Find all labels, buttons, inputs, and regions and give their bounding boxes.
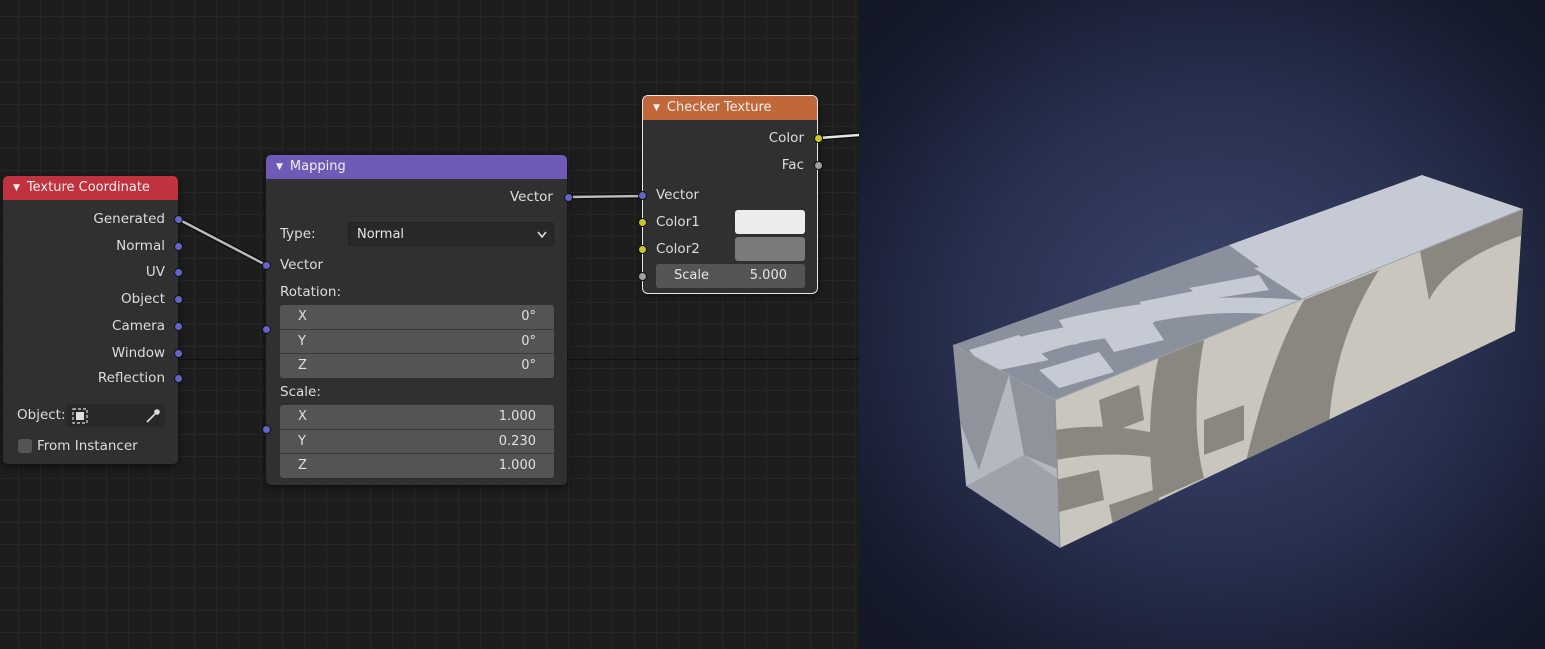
socket-checker-vector-in[interactable] [638, 191, 647, 200]
socket-checker-scale-in[interactable] [638, 272, 647, 281]
socket-checker-color2-in[interactable] [638, 245, 647, 254]
socket-generated[interactable] [174, 215, 183, 224]
checker-texture-header[interactable]: ▼ Checker Texture [643, 96, 817, 120]
collapse-triangle-icon[interactable]: ▼ [276, 155, 283, 179]
rotation-z-field[interactable]: Z 0° [280, 353, 554, 377]
type-dropdown[interactable]: Normal [348, 222, 554, 246]
socket-uv[interactable] [174, 268, 183, 277]
color1-swatch[interactable] [735, 210, 805, 234]
socket-reflection[interactable] [174, 374, 183, 383]
mapping-node[interactable]: ▼ Mapping Vector Type: Normal Vector Rota… [266, 155, 567, 485]
object-picker-field[interactable] [66, 404, 165, 427]
color2-swatch[interactable] [735, 237, 805, 261]
output-camera: Camera [112, 318, 165, 334]
node-title: Checker Texture [666, 100, 772, 115]
socket-window[interactable] [174, 349, 183, 358]
socket-mapping-scale-in[interactable] [262, 425, 271, 434]
socket-checker-color-out[interactable] [814, 134, 823, 143]
input-vector-label: Vector [280, 257, 324, 273]
type-dropdown-value: Normal [357, 227, 405, 242]
from-instancer-label: From Instancer [37, 438, 138, 454]
node-title: Mapping [289, 159, 346, 174]
output-normal: Normal [116, 238, 165, 254]
socket-mapping-rotation-in[interactable] [262, 325, 271, 334]
output-generated: Generated [93, 211, 165, 227]
scale-x-field[interactable]: X 1.000 [280, 405, 554, 428]
node-editor[interactable]: ▼ Texture Coordinate Generated Normal UV … [0, 0, 859, 649]
socket-mapping-vector-out[interactable] [564, 193, 573, 202]
scale-fields: X 1.000 Y 0.230 Z 1.000 [280, 405, 554, 478]
textured-box-render [952, 175, 1524, 549]
output-object: Object [121, 291, 165, 307]
3d-viewport[interactable] [859, 0, 1545, 649]
input-vector-label: Vector [656, 187, 700, 203]
collapse-triangle-icon[interactable]: ▼ [653, 96, 660, 120]
texture-coordinate-header[interactable]: ▼ Texture Coordinate [3, 176, 178, 200]
texture-coordinate-node[interactable]: ▼ Texture Coordinate Generated Normal UV … [3, 176, 178, 464]
scale-label: Scale: [280, 384, 321, 400]
output-fac-label: Fac [781, 157, 804, 173]
rotation-label: Rotation: [280, 284, 342, 300]
from-instancer-checkbox[interactable] [18, 439, 32, 453]
rotation-x-field[interactable]: X 0° [280, 305, 554, 328]
node-title: Texture Coordinate [26, 180, 150, 195]
mapping-header[interactable]: ▼ Mapping [266, 155, 567, 179]
scale-y-field[interactable]: Y 0.230 [280, 429, 554, 453]
collapse-triangle-icon[interactable]: ▼ [13, 176, 20, 200]
socket-checker-color1-in[interactable] [638, 218, 647, 227]
color2-label: Color2 [656, 241, 700, 257]
color1-label: Color1 [656, 214, 700, 230]
object-cube-icon [72, 408, 88, 424]
eyedropper-icon[interactable] [145, 408, 161, 424]
type-label: Type: [280, 226, 316, 242]
output-uv: UV [145, 264, 165, 280]
socket-checker-fac-out[interactable] [814, 161, 823, 170]
socket-mapping-vector-in[interactable] [262, 261, 271, 270]
output-reflection: Reflection [97, 370, 165, 386]
scale-field-value: 5.000 [749, 268, 787, 283]
chevron-down-icon [537, 231, 547, 239]
checker-scale-field[interactable]: Scale 5.000 [656, 264, 805, 288]
socket-camera[interactable] [174, 322, 183, 331]
scale-z-field[interactable]: Z 1.000 [280, 453, 554, 477]
output-vector-label: Vector [509, 189, 553, 205]
checker-texture-node[interactable]: ▼ Checker Texture Color Fac Vector Color1… [642, 95, 818, 294]
socket-object[interactable] [174, 295, 183, 304]
rotation-y-field[interactable]: Y 0° [280, 329, 554, 353]
rotation-fields: X 0° Y 0° Z 0° [280, 305, 554, 378]
object-label: Object: [17, 407, 66, 423]
socket-normal[interactable] [174, 242, 183, 251]
output-window: Window [111, 345, 165, 361]
output-color-label: Color [768, 130, 804, 146]
scale-field-label: Scale [674, 268, 709, 283]
